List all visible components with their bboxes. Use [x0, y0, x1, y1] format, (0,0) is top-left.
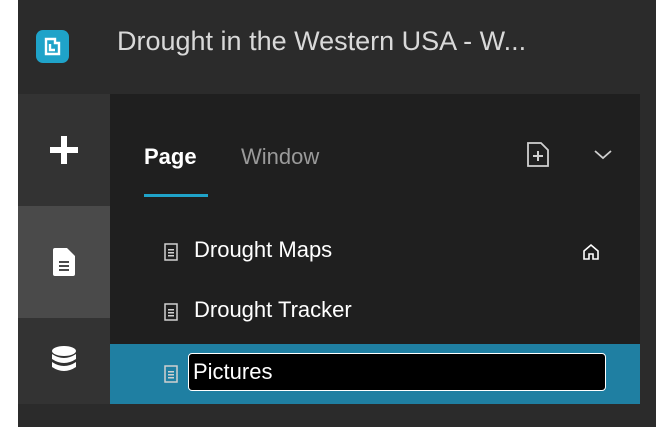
- bottom-strip: [18, 404, 656, 427]
- add-button[interactable]: [18, 94, 110, 206]
- home-icon: [583, 243, 599, 260]
- tab-window[interactable]: Window: [241, 144, 319, 170]
- database-icon: [52, 346, 76, 371]
- page-icon: [164, 303, 178, 321]
- page-icon: [164, 243, 178, 261]
- panel-scroll-edge: [640, 94, 656, 404]
- page-icon: [164, 365, 178, 383]
- page-item-label: Drought Maps: [194, 237, 333, 262]
- page-item-drought-tracker[interactable]: Drought Tracker: [110, 282, 640, 342]
- add-page-dropdown[interactable]: [592, 146, 614, 164]
- page-name-input[interactable]: [188, 353, 606, 391]
- app-title: Drought in the Western USA - W...: [117, 26, 527, 56]
- chevron-down-icon: [594, 150, 612, 160]
- page-panel: Page Window Drought Maps Drought Tracker…: [110, 94, 640, 404]
- active-tab-indicator: [144, 194, 208, 197]
- plus-icon: [50, 136, 78, 164]
- page-item-label: Drought Tracker: [194, 297, 352, 322]
- page-item-editing[interactable]: [110, 344, 640, 404]
- page-panel-button[interactable]: [18, 206, 110, 318]
- add-page-button[interactable]: [525, 142, 551, 168]
- add-page-icon: [527, 142, 549, 167]
- page-item-drought-maps[interactable]: Drought Maps: [110, 222, 640, 282]
- tab-page[interactable]: Page: [144, 144, 197, 170]
- data-button[interactable]: [18, 318, 110, 404]
- title-bar: Drought in the Western USA - W...: [18, 0, 656, 94]
- experience-builder-logo-icon: [36, 30, 69, 63]
- app-window: Drought in the Western USA - W... Page W…: [18, 0, 656, 427]
- page-document-icon: [53, 248, 75, 276]
- left-toolbar: [18, 94, 110, 404]
